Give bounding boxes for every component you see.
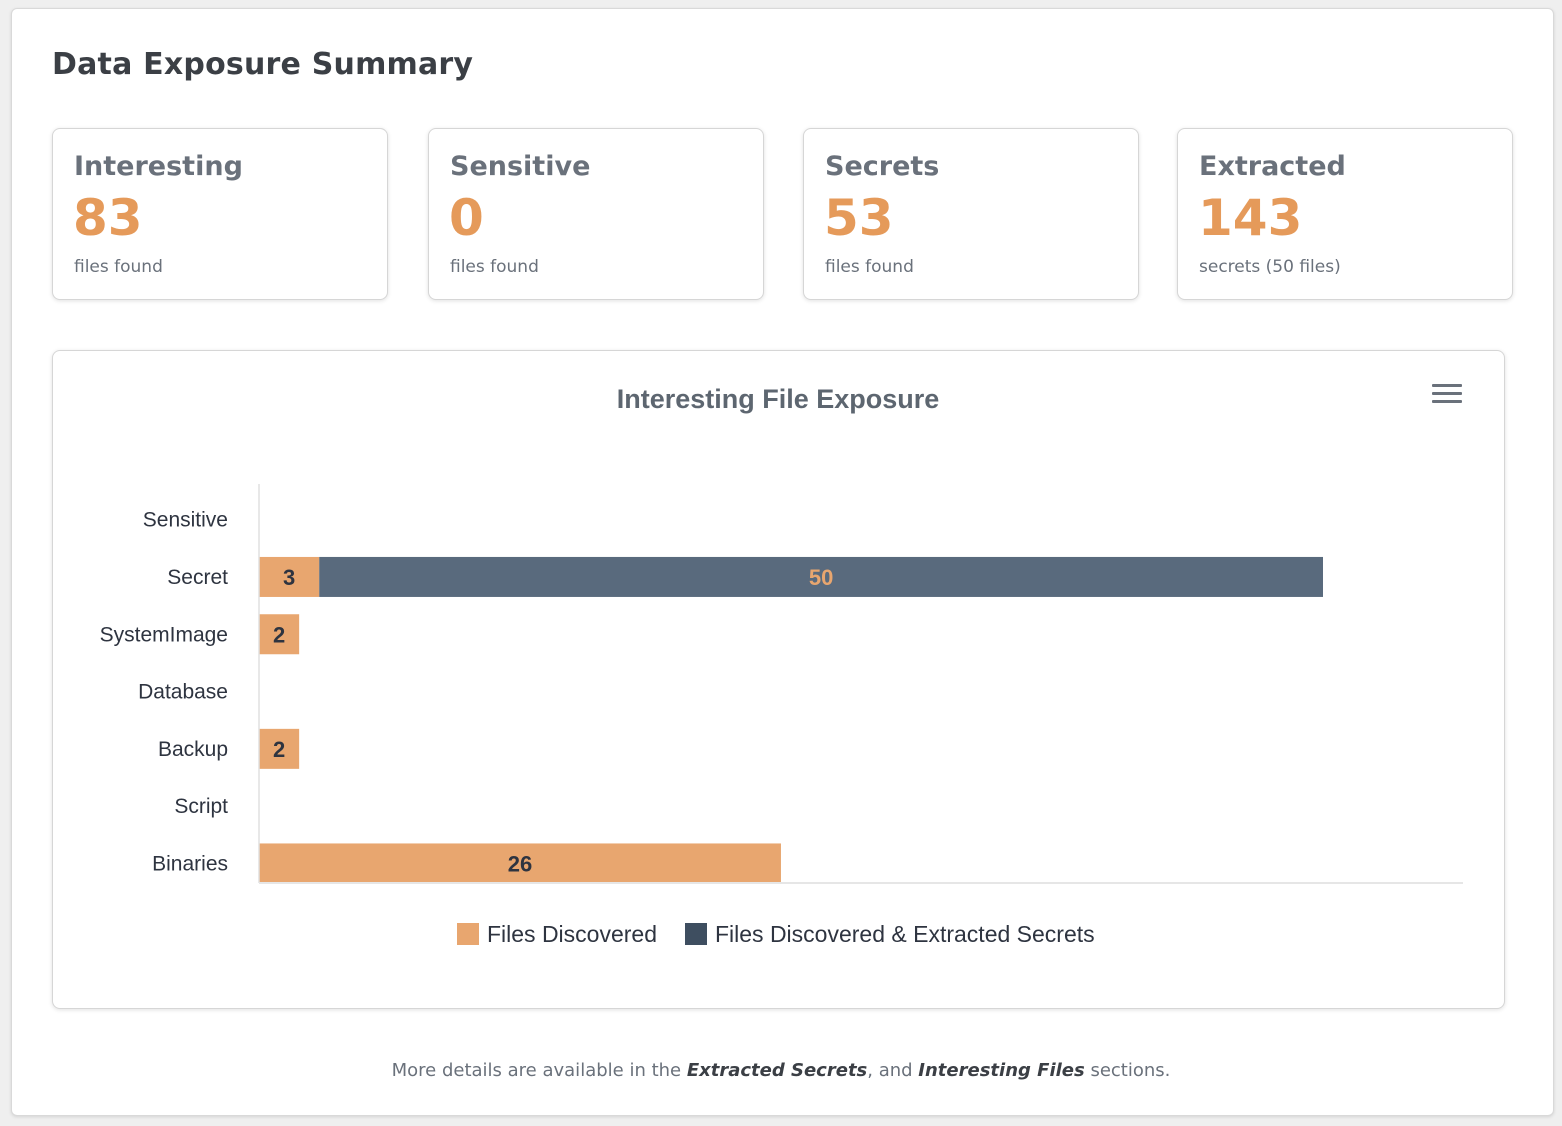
stat-label: Sensitive — [450, 151, 591, 182]
y-tick-label: Database — [138, 681, 228, 704]
chart-card: Interesting File Exposure Sensitive Secre… — [52, 350, 1505, 1009]
y-tick-label: SystemImage — [100, 623, 228, 646]
stat-value: 83 — [73, 189, 143, 247]
stat-subtext: files found — [450, 257, 539, 277]
footer-note: More details are available in the Extrac… — [0, 1060, 1562, 1081]
footer-suffix: sections. — [1084, 1060, 1171, 1081]
hamburger-menu-icon[interactable] — [1432, 384, 1464, 406]
interesting-files-link[interactable]: Interesting Files — [918, 1060, 1084, 1081]
footer-prefix: More details are available in the — [391, 1060, 687, 1081]
stat-subtext: files found — [74, 257, 163, 277]
chart-title: Interesting File Exposure — [617, 384, 940, 414]
y-tick-label: Backup — [158, 738, 228, 761]
legend-label[interactable]: Files Discovered — [487, 921, 657, 947]
data-label: 3 — [283, 565, 295, 590]
data-label: 2 — [273, 622, 285, 647]
bar-chart: Interesting File Exposure Sensitive Secre… — [100, 384, 1463, 947]
stat-subtext: secrets (50 files) — [1199, 257, 1341, 277]
y-tick-label: Binaries — [152, 852, 228, 875]
stat-value: 53 — [824, 189, 894, 247]
stat-card-extracted: Extracted 143 secrets (50 files) — [1177, 128, 1513, 300]
footer-middle: , and — [867, 1060, 919, 1081]
stat-subtext: files found — [825, 257, 914, 277]
y-tick-label: Secret — [167, 566, 228, 589]
stat-label: Secrets — [825, 151, 940, 182]
data-label: 26 — [508, 851, 532, 876]
stat-card-sensitive: Sensitive 0 files found — [428, 128, 764, 300]
stat-value: 0 — [449, 189, 484, 247]
stat-label: Extracted — [1199, 151, 1346, 182]
stat-card-interesting: Interesting 83 files found — [52, 128, 388, 300]
data-label: 2 — [273, 737, 285, 762]
extracted-secrets-link[interactable]: Extracted Secrets — [687, 1060, 867, 1081]
legend-label[interactable]: Files Discovered & Extracted Secrets — [715, 921, 1095, 947]
legend-swatch[interactable] — [685, 923, 707, 945]
stat-label: Interesting — [74, 151, 243, 182]
y-tick-label: Script — [174, 795, 228, 818]
stat-card-secrets: Secrets 53 files found — [803, 128, 1139, 300]
data-label: 50 — [809, 565, 833, 590]
legend-swatch[interactable] — [457, 923, 479, 945]
y-tick-label: Sensitive — [143, 509, 228, 532]
page-title: Data Exposure Summary — [52, 47, 474, 82]
stat-value: 143 — [1198, 189, 1303, 247]
